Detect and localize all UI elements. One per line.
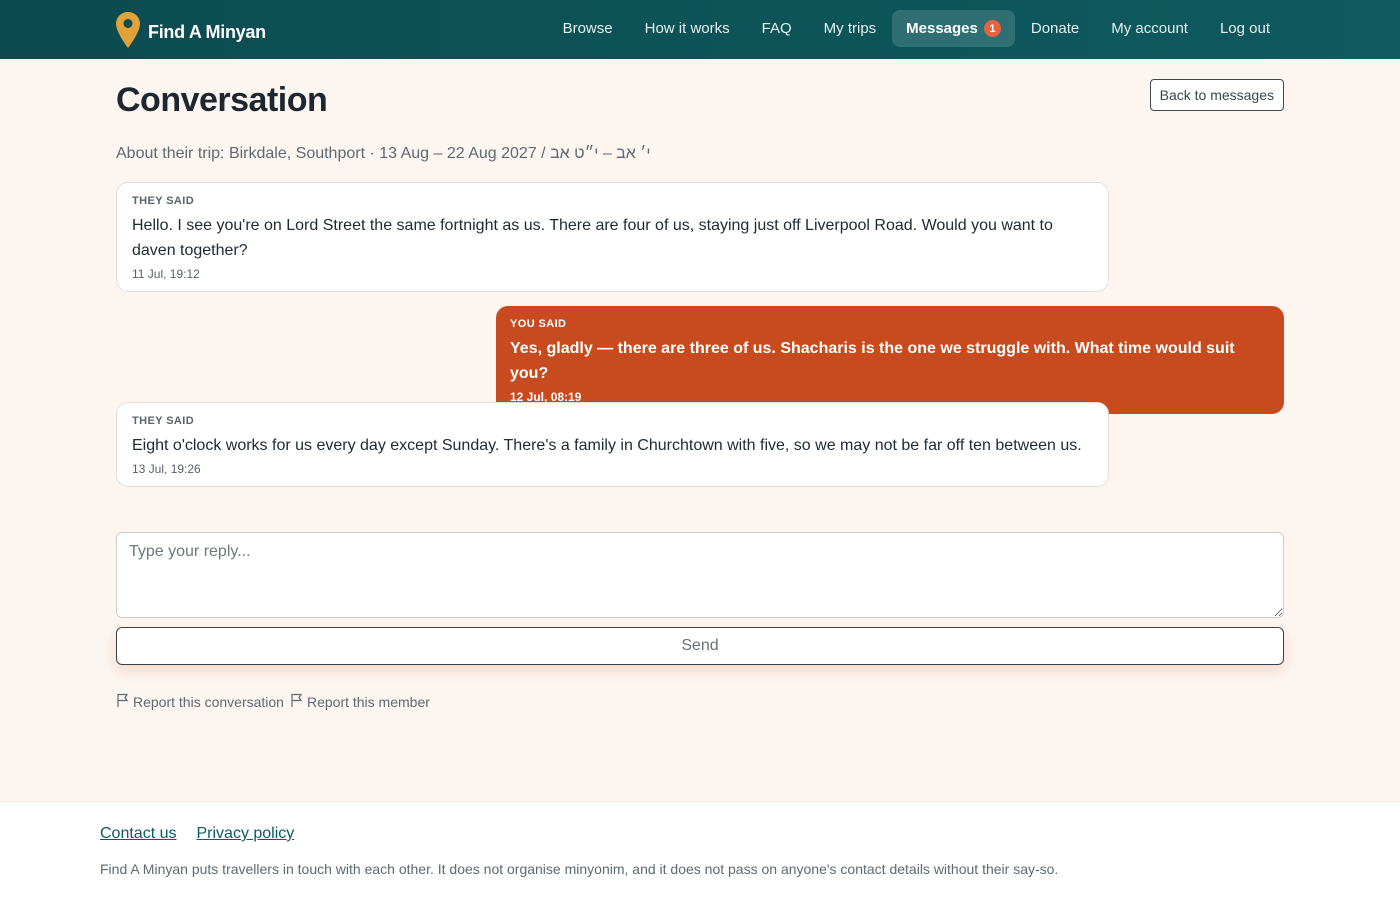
report-member-label: Report this member bbox=[306, 694, 430, 710]
nav-browse[interactable]: Browse bbox=[547, 10, 629, 47]
message-sender-label: THEY SAID bbox=[132, 195, 195, 207]
privacy-policy-link[interactable]: Privacy policy bbox=[196, 825, 294, 843]
message-timestamp: 13 Jul, 19:26 bbox=[132, 462, 201, 476]
nav-how-it-works[interactable]: How it works bbox=[629, 10, 746, 47]
page-title: Conversation bbox=[116, 81, 328, 119]
message-received: THEY SAID Eight o'clock works for us eve… bbox=[116, 402, 1109, 487]
unread-count-badge: 1 bbox=[983, 20, 1001, 37]
nav-messages-label: Messages bbox=[906, 20, 978, 37]
footer-links: Contact us Privacy policy bbox=[100, 825, 294, 843]
send-button[interactable]: Send bbox=[116, 627, 1284, 665]
trip-info: About their trip: Birkdale, Southport · … bbox=[116, 145, 651, 162]
nav-my-trips[interactable]: My trips bbox=[808, 10, 893, 47]
main-nav: Browse How it works FAQ My trips Message… bbox=[547, 10, 1286, 47]
contact-us-link[interactable]: Contact us bbox=[100, 825, 176, 843]
flag-icon bbox=[116, 693, 130, 711]
nav-log-out[interactable]: Log out bbox=[1204, 10, 1286, 47]
nav-messages[interactable]: Messages 1 bbox=[892, 10, 1015, 47]
nav-my-account[interactable]: My account bbox=[1095, 10, 1204, 47]
map-pin-icon bbox=[116, 12, 140, 53]
report-conversation-link[interactable]: Report this conversation bbox=[116, 693, 284, 711]
message-timestamp: 11 Jul, 19:12 bbox=[132, 267, 200, 281]
site-footer: Contact us Privacy policy Find A Minyan … bbox=[0, 801, 1400, 900]
top-navigation-bar: Find A Minyan Browse How it works FAQ My… bbox=[0, 0, 1400, 59]
flag-icon bbox=[290, 693, 304, 711]
nav-faq[interactable]: FAQ bbox=[746, 10, 808, 47]
message-received: THEY SAID Hello. I see you're on Lord St… bbox=[116, 182, 1109, 292]
back-to-messages-button[interactable]: Back to messages bbox=[1149, 79, 1284, 111]
report-links: Report this conversation Report this mem… bbox=[116, 693, 430, 711]
report-member-link[interactable]: Report this member bbox=[290, 693, 430, 711]
message-body: Eight o'clock works for us every day exc… bbox=[132, 437, 1082, 454]
message-sent: YOU SAID Yes, gladly — there are three o… bbox=[496, 306, 1284, 414]
nav-donate[interactable]: Donate bbox=[1015, 10, 1095, 47]
footer-disclaimer: Find A Minyan puts travellers in touch w… bbox=[100, 861, 1059, 877]
message-body: Yes, gladly — there are three of us. Sha… bbox=[510, 340, 1235, 382]
reply-textarea[interactable] bbox=[116, 532, 1284, 618]
message-sender-label: YOU SAID bbox=[510, 318, 567, 330]
brand-name: Find A Minyan bbox=[148, 22, 266, 42]
message-body: Hello. I see you're on Lord Street the s… bbox=[132, 217, 1053, 259]
message-sender-label: THEY SAID bbox=[132, 415, 195, 427]
brand-logo-link[interactable]: Find A Minyan bbox=[116, 12, 266, 53]
report-conversation-label: Report this conversation bbox=[133, 694, 284, 710]
